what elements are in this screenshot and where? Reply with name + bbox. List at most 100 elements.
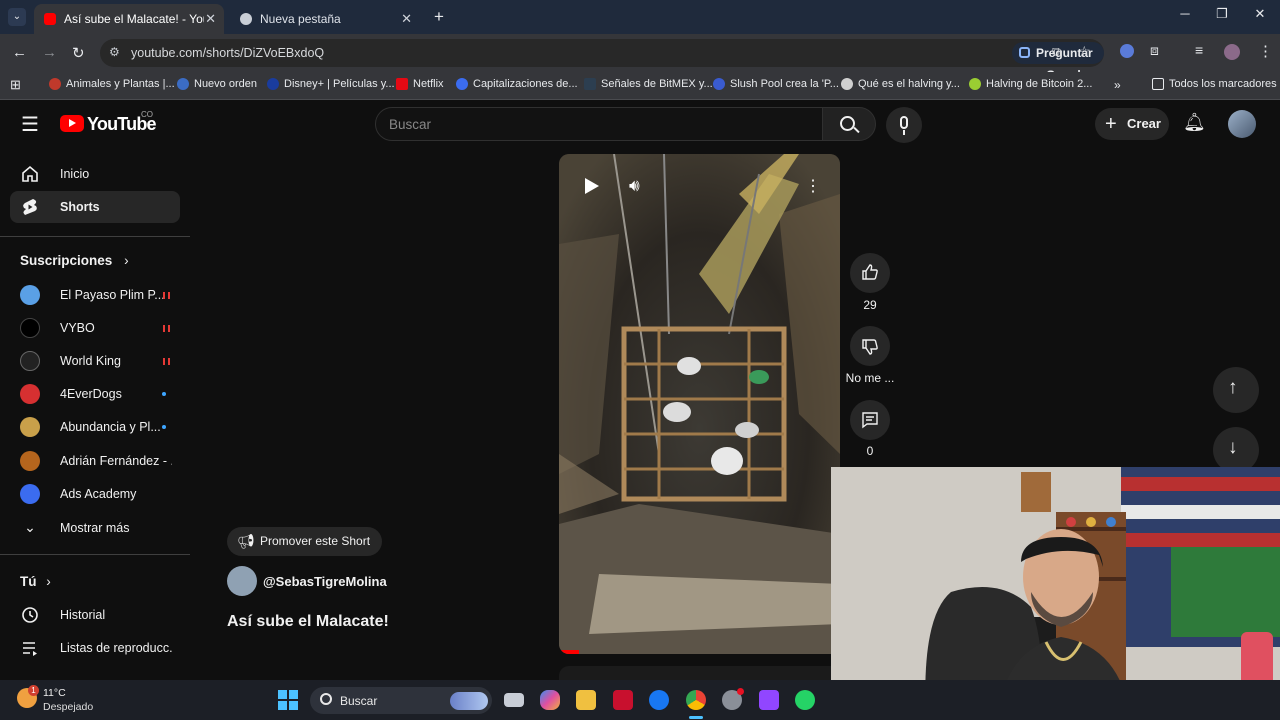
extension-icon[interactable] — [1120, 44, 1134, 58]
bookmark-item[interactable]: Nuevo orden — [177, 78, 257, 90]
microphone-stand-icon — [903, 130, 905, 135]
chevron-right-icon: › — [46, 574, 51, 589]
sidebar-item-inicio[interactable]: Inicio — [10, 158, 180, 190]
sidebar-item-playlists[interactable]: Listas de reproducc... — [10, 632, 180, 664]
sidebar-item-historial[interactable]: Historial — [10, 599, 180, 631]
thumbs-up-icon — [862, 264, 878, 280]
sidebar-subscription[interactable]: Adrián Fernández - ... — [10, 445, 180, 477]
reload-icon[interactable]: ↻ — [72, 44, 85, 62]
start-button[interactable] — [278, 690, 298, 710]
sidebar-subscription[interactable]: El Payaso Plim P... — [10, 279, 180, 311]
notifications-bell-icon[interactable]: 🔔︎ — [1183, 112, 1206, 133]
task-view-icon[interactable] — [504, 693, 524, 707]
sidebar-subscription[interactable]: Ads Academy — [10, 478, 180, 510]
channel-name[interactable]: @SebasTigreMolina — [263, 574, 387, 589]
tab-new-tab[interactable]: Nueva pestaña ✕ — [230, 4, 420, 34]
sidebar-item-label: Inicio — [60, 167, 90, 181]
lens-icon — [1019, 47, 1030, 58]
bookmark-label: Slush Pool crea la 'P... — [730, 78, 839, 90]
sidebar-item-shorts[interactable]: Shorts — [10, 191, 180, 223]
bookmark-item[interactable]: Animales y Plantas |... — [49, 78, 175, 90]
facebook-icon[interactable] — [649, 690, 669, 710]
search-input[interactable]: Buscar — [375, 107, 823, 141]
sidebar-subscription[interactable]: 4EverDogs — [10, 378, 180, 410]
bookmark-item[interactable]: Halving de Bitcoin 2... — [969, 78, 1092, 90]
bookmark-item[interactable]: Señales de BitMEX y... — [584, 78, 713, 90]
youtube-header: ☰ YouTube CO Buscar + Crear 🔔︎ — [0, 100, 1280, 148]
back-icon[interactable]: ← — [12, 44, 27, 61]
channel-avatar[interactable] — [227, 566, 257, 596]
sidebar-subscription[interactable]: Abundancia y Pl... — [10, 411, 180, 443]
subscription-label: El Payaso Plim P... — [60, 288, 165, 302]
media-controls-icon[interactable]: ≡ — [1195, 42, 1203, 58]
restore-icon[interactable]: ❐ — [1212, 6, 1232, 22]
tab-youtube[interactable]: Así sube el Malacate! - YouTube ✕ — [34, 4, 224, 34]
play-button[interactable] — [585, 178, 599, 194]
search-icon — [320, 693, 332, 705]
arrow-up-icon: ↑ — [1228, 377, 1238, 398]
extensions-puzzle-icon[interactable]: ⧈ — [1150, 42, 1159, 59]
search-button[interactable] — [822, 107, 876, 141]
subscription-label: Abundancia y Pl... — [60, 420, 161, 434]
close-window-icon[interactable]: ✕ — [1250, 6, 1270, 22]
voice-search-button[interactable] — [886, 107, 922, 143]
install-app-icon[interactable]: ⧉ — [1052, 44, 1061, 60]
hamburger-menu-icon[interactable]: ☰ — [21, 112, 39, 137]
sidebar-subscription[interactable]: World King — [10, 345, 180, 377]
new-content-dot — [162, 392, 166, 396]
more-bookmarks-icon[interactable]: » — [1114, 78, 1121, 92]
close-tab-icon[interactable]: ✕ — [401, 11, 412, 27]
site-info-icon[interactable]: ⚙ — [109, 45, 120, 59]
sidebar-subscription[interactable]: VYBO — [10, 312, 180, 344]
bookmark-item[interactable]: Qué es el halving y... — [841, 78, 960, 90]
comments-button[interactable] — [850, 400, 890, 440]
account-avatar[interactable] — [1228, 110, 1256, 138]
bookmark-label: Qué es el halving y... — [858, 78, 960, 90]
new-tab-button[interactable]: + — [434, 7, 444, 27]
promote-short-button[interactable]: 📢︎ Promover este Short — [227, 527, 383, 556]
bookmark-item[interactable]: Disney+ | Películas y... — [267, 78, 395, 90]
show-more-button[interactable]: ⌄ Mostrar más — [10, 512, 180, 544]
previous-short-button[interactable]: ↑ — [1213, 367, 1259, 413]
bookmark-label: Halving de Bitcoin 2... — [986, 78, 1093, 90]
weather-condition[interactable]: Despejado — [43, 701, 93, 713]
forward-icon[interactable]: → — [42, 44, 57, 61]
chevron-down-icon: ⌄ — [24, 519, 36, 535]
file-explorer-icon[interactable] — [576, 690, 596, 710]
address-bar[interactable]: ⚙ youtube.com/shorts/DiZVoEBxdoQ Pregunt… — [100, 39, 1104, 82]
close-tab-icon[interactable]: ✕ — [205, 11, 216, 27]
weather-temperature[interactable]: 11°C — [43, 687, 66, 699]
bookmark-star-icon[interactable]: ☆ — [1078, 43, 1091, 60]
bookmark-item[interactable]: Capitalizaciones de... — [456, 78, 578, 90]
copilot-icon[interactable] — [540, 690, 560, 710]
subscription-label: World King — [60, 354, 121, 368]
taskbar-search[interactable]: Buscar — [310, 687, 492, 714]
more-options-icon[interactable]: ⋮ — [805, 176, 821, 196]
short-video-player[interactable]: 🔊︎ ⋮ — [559, 154, 840, 654]
all-bookmarks-label: Todos los marcadores — [1169, 78, 1277, 90]
mcafee-icon[interactable] — [613, 690, 633, 710]
all-bookmarks-folder[interactable]: Todos los marcadores — [1152, 78, 1277, 90]
whatsapp-icon[interactable] — [795, 690, 815, 710]
bookmark-favicon-icon — [396, 78, 408, 90]
twitch-icon[interactable] — [759, 690, 779, 710]
bookmark-item[interactable]: Netflix — [396, 78, 444, 90]
like-button[interactable] — [850, 253, 890, 293]
you-heading[interactable]: Tú › — [20, 574, 51, 589]
volume-icon[interactable]: 🔊︎ — [629, 176, 640, 196]
bookmark-item[interactable]: Slush Pool crea la 'P... — [713, 78, 839, 90]
megaphone-icon: 📢︎ — [237, 533, 255, 549]
subscriptions-heading[interactable]: Suscripciones › — [20, 253, 129, 268]
chrome-icon[interactable] — [686, 690, 706, 710]
promote-label: Promover este Short — [260, 534, 371, 548]
menu-kebab-icon[interactable]: ⋮ — [1258, 42, 1273, 60]
playlists-icon — [23, 642, 37, 656]
dislike-button[interactable] — [850, 326, 890, 366]
live-indicator-icon — [163, 292, 170, 299]
tab-search-button[interactable]: ⌄ — [8, 8, 26, 26]
profile-avatar[interactable] — [1224, 44, 1240, 60]
create-button[interactable]: + Crear — [1095, 108, 1169, 140]
bookmark-favicon-icon — [841, 78, 853, 90]
minimize-icon[interactable]: ─ — [1175, 6, 1195, 21]
apps-grid-icon[interactable]: ⊞ — [10, 77, 21, 93]
